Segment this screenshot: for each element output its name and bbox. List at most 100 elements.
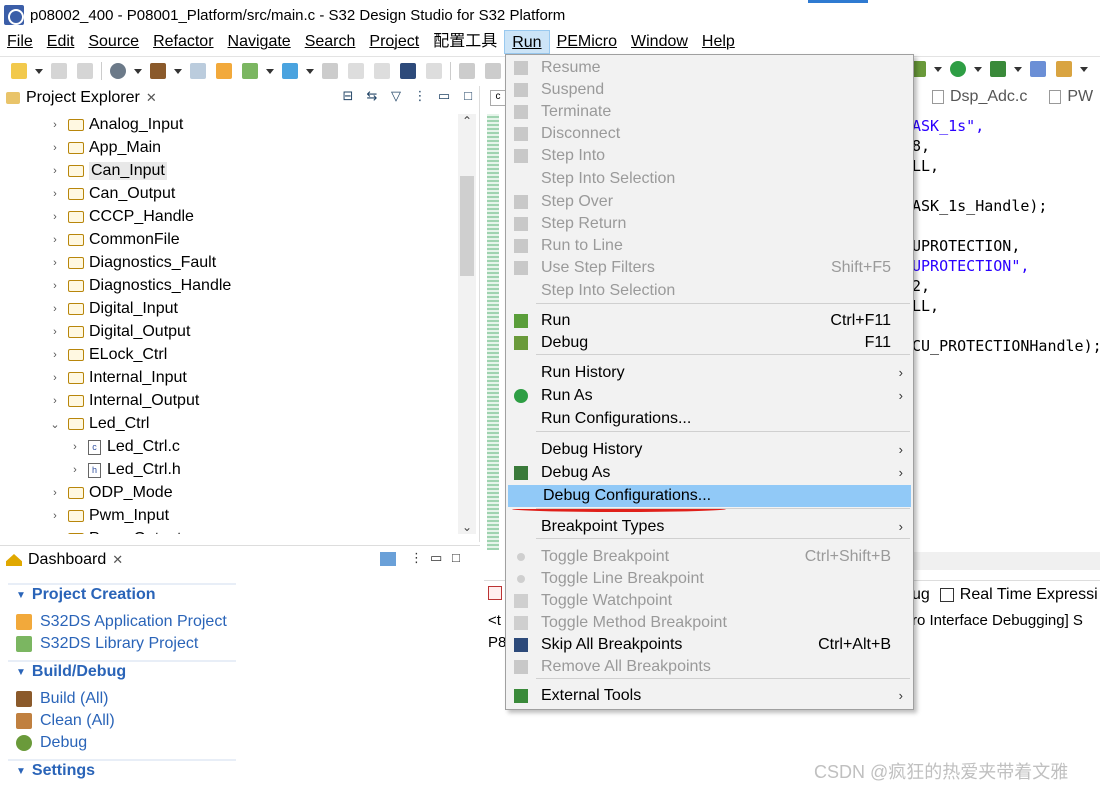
link-s32ds-application-project[interactable]: S32DS Application Project <box>16 613 227 631</box>
build-config-icon[interactable] <box>110 62 126 79</box>
menu-project[interactable]: Project <box>362 30 426 54</box>
problems-icon[interactable] <box>488 586 502 600</box>
open-task-icon[interactable] <box>1030 61 1046 77</box>
resume-toolbar-icon[interactable] <box>459 62 475 79</box>
minimize-icon[interactable]: ▭ <box>430 550 442 566</box>
menu-config-tools[interactable]: 配置工具 <box>426 30 504 54</box>
tree-item[interactable]: › Can_Output <box>50 183 175 205</box>
library-icon[interactable] <box>242 62 258 79</box>
c-file-tab-icon[interactable]: c <box>490 90 506 106</box>
tree-item[interactable]: › Digital_Input <box>50 298 178 320</box>
tree-item[interactable]: › Analog_Input <box>50 114 183 136</box>
menu-item-skip-all-breakpoints[interactable]: Skip All Breakpoints Ctrl+Alt+B <box>506 634 913 656</box>
menu-item-external-tools[interactable]: External Tools › <box>506 685 913 707</box>
menu-item-disconnect[interactable]: Disconnect <box>506 123 913 145</box>
binary-icon[interactable] <box>190 62 206 79</box>
tab-dsp-adc[interactable]: Dsp_Adc.c <box>950 88 1027 106</box>
maximize-icon[interactable]: □ <box>461 89 475 103</box>
tree-item[interactable]: › CCCP_Handle <box>50 206 194 228</box>
menu-item-run-history[interactable]: Run History › <box>506 362 913 384</box>
tree-item[interactable]: › Diagnostics_Fault <box>50 252 216 274</box>
tab-pw[interactable]: PW <box>1067 88 1093 106</box>
section-build-debug[interactable]: ▼ Build/Debug <box>16 663 126 681</box>
menu-search[interactable]: Search <box>298 30 363 54</box>
chevron-right-icon[interactable]: › <box>50 211 60 223</box>
menu-item-debug[interactable]: Debug F11 <box>506 332 913 354</box>
menu-run[interactable]: Run <box>504 30 550 54</box>
menu-item-step-into-selection[interactable]: Step Into Selection <box>506 280 913 302</box>
menu-item-step-return[interactable]: Step Return <box>506 213 913 235</box>
view-menu-icon[interactable]: ⋮ <box>413 89 427 103</box>
link-s32ds-library-project[interactable]: S32DS Library Project <box>16 635 198 653</box>
section-project-creation[interactable]: ▼ Project Creation <box>16 586 156 604</box>
chevron-right-icon[interactable]: › <box>50 349 60 361</box>
tree-item[interactable]: ⌄ Led_Ctrl <box>50 413 149 435</box>
chevron-right-icon[interactable]: › <box>70 464 80 476</box>
scroll-thumb[interactable] <box>460 176 474 276</box>
view-menu-icon[interactable]: ⋮ <box>410 550 423 566</box>
library-dropdown-icon[interactable] <box>266 63 274 79</box>
tree-item[interactable]: › Digital_Output <box>50 321 190 343</box>
chevron-right-icon[interactable]: › <box>50 142 60 154</box>
chevron-right-icon[interactable]: › <box>50 188 60 200</box>
tree-item[interactable]: › Diagnostics_Handle <box>50 275 231 297</box>
menu-window[interactable]: Window <box>624 30 695 54</box>
clipboard-icon[interactable] <box>322 62 338 79</box>
chevron-right-icon[interactable]: › <box>50 533 60 534</box>
chevron-right-icon[interactable]: › <box>70 441 80 453</box>
new-project-icon[interactable] <box>216 62 232 79</box>
chevron-right-icon[interactable]: › <box>50 119 60 131</box>
tree-item[interactable]: › ODP_Mode <box>50 482 172 504</box>
target-dropdown-icon[interactable] <box>306 63 314 79</box>
menu-item-step-into-selection[interactable]: Step Into Selection <box>506 168 913 190</box>
menu-item-breakpoint-types[interactable]: Breakpoint Types › <box>506 516 913 538</box>
menu-pemicro[interactable]: PEMicro <box>550 30 624 54</box>
section-settings[interactable]: ▼ Settings <box>16 762 95 780</box>
menu-source[interactable]: Source <box>81 30 146 54</box>
run-dropdown-icon[interactable] <box>974 61 982 77</box>
menu-item-use-step-filters[interactable]: Use Step Filters Shift+F5 <box>506 257 913 279</box>
menu-navigate[interactable]: Navigate <box>221 30 298 54</box>
chevron-right-icon[interactable]: › <box>50 234 60 246</box>
menu-item-toggle-breakpoint[interactable]: Toggle Breakpoint Ctrl+Shift+B <box>506 546 913 568</box>
menu-item-suspend[interactable]: Suspend <box>506 79 913 101</box>
new-icon[interactable] <box>11 62 27 79</box>
external-tools-dropdown-icon[interactable] <box>1014 61 1022 77</box>
link-editor-icon[interactable]: ⇆ <box>365 89 379 103</box>
menu-item-remove-all-breakpoints[interactable]: Remove All Breakpoints <box>506 656 913 678</box>
save-icon[interactable] <box>51 62 67 79</box>
tree-item[interactable]: › h Led_Ctrl.h <box>70 459 181 481</box>
chevron-right-icon[interactable]: › <box>50 303 60 315</box>
run-toolbar-icon[interactable] <box>950 61 966 77</box>
menu-item-run[interactable]: Run Ctrl+F11 <box>506 310 913 332</box>
editor-horizontal-scrollbar[interactable] <box>910 552 1100 570</box>
dashboard-title[interactable]: Dashboard <box>28 551 106 569</box>
maximize-icon[interactable]: □ <box>452 550 460 565</box>
chevron-right-icon[interactable]: › <box>50 395 60 407</box>
chevron-down-icon[interactable]: ⌄ <box>50 418 60 431</box>
filter-icon[interactable]: ▽ <box>389 89 403 103</box>
menu-item-run-as[interactable]: Run As › <box>506 385 913 407</box>
collapse-all-icon[interactable]: ⊟ <box>341 89 355 103</box>
hammer-icon[interactable] <box>150 62 166 79</box>
external-tools-toolbar-icon[interactable] <box>990 61 1006 77</box>
code-text[interactable]: ASK_1s", 8, LL, ASK_1s_Handle); UPROTECTION,… <box>912 116 1100 356</box>
hammer-dropdown-icon[interactable] <box>174 63 182 79</box>
pin-dropdown-icon[interactable] <box>1080 61 1088 77</box>
menu-help[interactable]: Help <box>695 30 742 54</box>
chevron-right-icon[interactable]: › <box>50 372 60 384</box>
tree-item[interactable]: › Pwm_Output <box>50 528 181 534</box>
menu-edit[interactable]: Edit <box>40 30 82 54</box>
menu-item-resume[interactable]: Resume <box>506 57 913 79</box>
menu-item-step-into[interactable]: Step Into <box>506 145 913 167</box>
chevron-right-icon[interactable]: › <box>50 510 60 522</box>
tree-item[interactable]: › Pwm_Input <box>50 505 169 527</box>
new-dropdown-icon[interactable] <box>35 63 43 79</box>
pin-icon[interactable] <box>1056 61 1072 77</box>
minimize-icon[interactable]: ▭ <box>437 89 451 103</box>
menu-item-run-to-line[interactable]: Run to Line <box>506 235 913 257</box>
project-tree-scrollbar[interactable]: ⌃ ⌄ <box>458 114 476 534</box>
chevron-right-icon[interactable]: › <box>50 326 60 338</box>
menu-refactor[interactable]: Refactor <box>146 30 220 54</box>
debug-dropdown-icon[interactable] <box>934 61 942 77</box>
